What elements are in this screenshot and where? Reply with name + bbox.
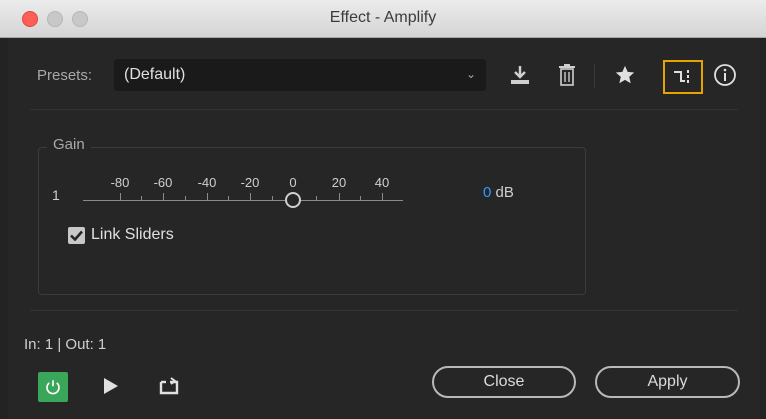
info-icon[interactable]: [712, 62, 738, 88]
close-button[interactable]: Close: [432, 366, 576, 398]
separator-top: [30, 109, 738, 110]
link-sliders-checkbox[interactable]: [68, 227, 85, 244]
gain-slider-thumb[interactable]: [285, 192, 301, 208]
power-icon: [46, 380, 60, 395]
chevron-down-icon: ⌄: [465, 67, 476, 81]
gain-group: [38, 147, 586, 295]
io-status: In: 1 | Out: 1: [24, 336, 107, 353]
gain-scale-tick: [360, 196, 361, 200]
title-bar: Effect - Amplify: [0, 0, 766, 38]
star-icon[interactable]: [612, 62, 638, 88]
gain-scale-tick: [382, 193, 383, 200]
gain-scale-label: 0: [289, 175, 297, 190]
gain-scale-label: -60: [153, 175, 173, 190]
gain-scale-label: -40: [197, 175, 217, 190]
gain-scale-tick: [250, 193, 251, 200]
loop-icon[interactable]: [156, 374, 182, 396]
presets-value: (Default): [124, 66, 186, 83]
effect-window: Effect - Amplify Presets: (Default) ⌄ Ga…: [0, 0, 766, 419]
toolbar-divider: [594, 64, 595, 88]
presets-label: Presets:: [37, 67, 93, 84]
gain-group-title: Gain: [47, 136, 91, 153]
gain-scale-tick: [207, 193, 208, 200]
routing-icon[interactable]: [663, 60, 703, 94]
dialog-content: Presets: (Default) ⌄ Gain 1 -80 -60 -40 …: [8, 38, 760, 419]
gain-scale-tick: [339, 193, 340, 200]
gain-value[interactable]: 0: [483, 184, 491, 201]
gain-scale-tick: [163, 193, 164, 200]
gain-scale-label: 20: [331, 175, 347, 190]
gain-scale-label: 40: [374, 175, 390, 190]
gain-scale-tick: [120, 193, 121, 200]
link-sliders-label: Link Sliders: [91, 226, 174, 243]
power-button[interactable]: [38, 372, 68, 402]
gain-scale-tick: [228, 196, 229, 200]
apply-button[interactable]: Apply: [595, 366, 740, 398]
gain-scale-tick: [185, 196, 186, 200]
gain-readout: 0 dB: [483, 184, 514, 201]
gain-scale-tick: [141, 196, 142, 200]
gain-unit: dB: [495, 184, 514, 201]
gain-channel-label: 1: [52, 187, 60, 203]
gain-scale-tick: [272, 196, 273, 200]
gain-scale-label: -20: [240, 175, 260, 190]
gain-scale-label: -80: [110, 175, 130, 190]
download-preset-icon[interactable]: [507, 62, 533, 88]
window-title: Effect - Amplify: [329, 9, 437, 26]
separator-bottom: [30, 310, 738, 311]
checkmark-icon: [70, 230, 83, 241]
gain-scale-tick: [316, 196, 317, 200]
presets-dropdown[interactable]: (Default) ⌄: [114, 59, 486, 91]
gain-slider-track[interactable]: [83, 200, 403, 201]
play-icon[interactable]: [101, 376, 121, 396]
trash-icon[interactable]: [556, 62, 578, 88]
